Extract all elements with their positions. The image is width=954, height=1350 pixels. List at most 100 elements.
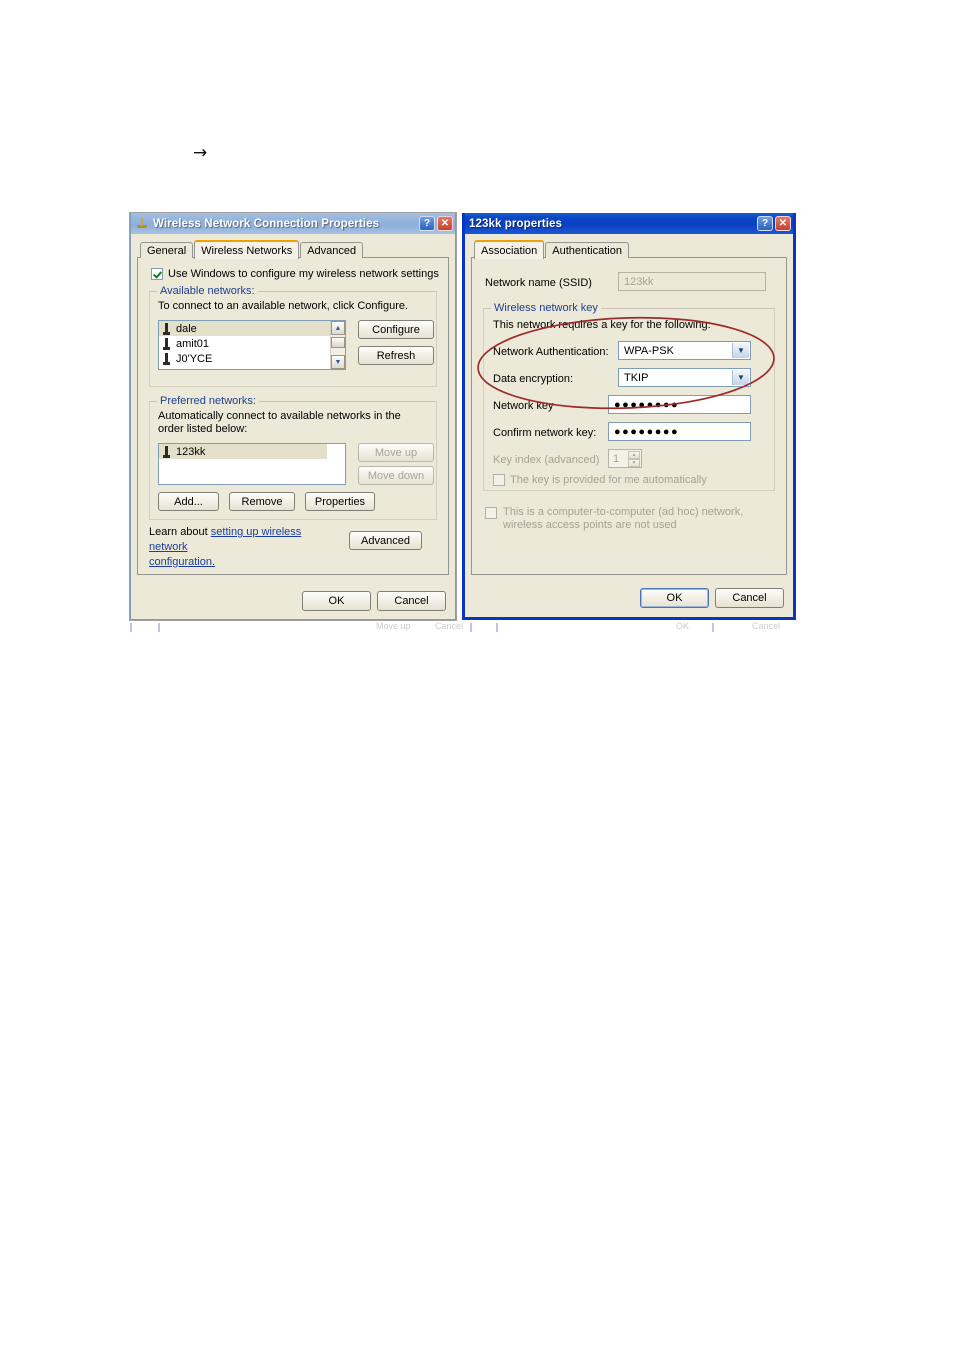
use-windows-checkbox-row[interactable]: Use Windows to configure my wireless net… (151, 268, 439, 280)
available-networks-listbox[interactable]: dale amit01 J0'YCE ▲ ▼ (158, 320, 346, 370)
auto-key-checkbox-label: The key is provided for me automatically (510, 474, 707, 486)
adhoc-checkbox-row: This is a computer-to-computer (ad hoc) … (485, 506, 777, 532)
key-index-label: Key index (advanced) (493, 454, 600, 466)
arrow-marker: → (193, 143, 208, 163)
tab-general[interactable]: General (140, 242, 194, 258)
ghost-text: Cancel (435, 621, 464, 631)
right-tabstrip: Association Authentication (471, 239, 787, 259)
list-item-label: dale (176, 322, 197, 335)
network-key-label: Network key (493, 400, 554, 412)
add-button[interactable]: Add... (158, 492, 219, 511)
stepper-up-icon: ▲ (628, 451, 640, 459)
stepper-down-icon: ▼ (628, 459, 640, 467)
cancel-button[interactable]: Cancel (377, 591, 446, 611)
available-networks-group-title: Available networks: (157, 285, 258, 297)
ghost-text: Cancel (752, 621, 781, 631)
left-dialog-client: General Wireless Networks Advanced Use W… (131, 234, 455, 619)
network-authentication-value: WPA-PSK (624, 344, 674, 357)
help-icon[interactable]: ? (757, 216, 773, 231)
network-icon (163, 337, 170, 350)
preferred-networks-instruction: Automatically connect to available netwo… (158, 410, 401, 435)
use-windows-checkbox-label: Use Windows to configure my wireless net… (168, 268, 439, 280)
network-icon (163, 322, 170, 335)
list-item[interactable]: J0'YCE (159, 351, 345, 366)
use-windows-checkbox[interactable] (151, 268, 163, 280)
setting-up-wireless-network-link-line2[interactable]: configuration. (149, 556, 215, 568)
ghost-bar (158, 623, 160, 632)
ssid-row: Network name (SSID) 123kk (481, 272, 777, 294)
wireless-adapter-icon (135, 217, 149, 231)
confirm-network-key-input[interactable]: ●●●●●●●● (608, 422, 751, 441)
available-networks-scrollbar[interactable]: ▲ ▼ (330, 321, 345, 369)
preferred-networks-group: Preferred networks: Automatically connec… (149, 395, 437, 520)
ghost-bar (130, 623, 132, 632)
ghost-bar (470, 623, 472, 632)
scroll-down-icon[interactable]: ▼ (331, 355, 345, 369)
network-key-input[interactable]: ●●●●●●●● (608, 395, 751, 414)
learn-about-block: Learn about setting up wireless network … (149, 524, 339, 569)
tab-authentication[interactable]: Authentication (545, 242, 629, 258)
wireless-network-key-group: Wireless network key This network requir… (483, 302, 775, 491)
network-icon (163, 445, 170, 458)
advanced-button[interactable]: Advanced (349, 531, 422, 550)
right-dialog-titlebar: 123kk properties ? ✕ (465, 213, 793, 234)
data-encryption-select[interactable]: TKIP ▼ (618, 368, 751, 387)
tab-advanced[interactable]: Advanced (300, 242, 364, 258)
remove-button[interactable]: Remove (229, 492, 295, 511)
screenshot-composite: Wireless Network Connection Properties ?… (130, 213, 796, 633)
list-item-label: 123kk (176, 445, 206, 458)
left-window-buttons: ? ✕ (419, 216, 453, 231)
preferred-networks-group-title: Preferred networks: (157, 395, 259, 407)
data-encryption-label: Data encryption: (493, 373, 574, 385)
left-dialog-title: Wireless Network Connection Properties (153, 217, 380, 230)
cancel-button[interactable]: Cancel (715, 588, 784, 608)
properties-button[interactable]: Properties (305, 492, 375, 511)
wireless-networks-tabpage: Use Windows to configure my wireless net… (137, 257, 449, 575)
key-index-value: 1 (613, 452, 620, 465)
move-up-button[interactable]: Move up (358, 443, 434, 462)
available-networks-instruction: To connect to an available network, clic… (158, 300, 409, 312)
right-dialog-title: 123kk properties (469, 217, 563, 230)
network-authentication-label: Network Authentication: (493, 346, 609, 358)
tab-association[interactable]: Association (474, 240, 545, 259)
left-dialog-footer: OK Cancel (131, 582, 455, 619)
list-item[interactable]: amit01 (159, 336, 345, 351)
chevron-down-icon[interactable]: ▼ (732, 370, 749, 385)
auto-key-checkbox (493, 474, 505, 486)
available-networks-group: Available networks: To connect to an ava… (149, 285, 437, 387)
right-dialog-footer: OK Cancel (465, 580, 793, 617)
scroll-up-icon[interactable]: ▲ (331, 321, 345, 335)
key-index-stepper: 1 ▲ ▼ (608, 449, 642, 468)
learn-about-prefix: Learn about (149, 526, 211, 538)
ghost-text: Move up (376, 621, 411, 631)
left-dialog-titlebar: Wireless Network Connection Properties ?… (131, 213, 455, 234)
ok-button[interactable]: OK (302, 591, 371, 611)
help-icon[interactable]: ? (419, 216, 435, 231)
ghost-text: OK (676, 621, 690, 631)
configure-button[interactable]: Configure (358, 320, 434, 339)
scrollbar-thumb[interactable] (331, 337, 345, 348)
ghost-bar (712, 623, 714, 632)
association-tabpage: Network name (SSID) 123kk Wireless netwo… (471, 257, 787, 575)
left-tabstrip: General Wireless Networks Advanced (137, 239, 449, 259)
key-requirement-text: This network requires a key for the foll… (493, 319, 711, 331)
list-item[interactable]: dale (159, 321, 345, 336)
list-item[interactable]: 123kk (159, 444, 327, 459)
network-authentication-select[interactable]: WPA-PSK ▼ (618, 341, 751, 360)
chevron-down-icon[interactable]: ▼ (732, 343, 749, 358)
adhoc-checkbox (485, 507, 497, 519)
wireless-network-connection-properties-dialog: Wireless Network Connection Properties ?… (130, 213, 456, 620)
tab-wireless-networks[interactable]: Wireless Networks (194, 240, 300, 259)
auto-key-checkbox-row: The key is provided for me automatically (493, 474, 707, 486)
preferred-networks-listbox[interactable]: 123kk (158, 443, 346, 485)
close-icon[interactable]: ✕ (775, 216, 791, 231)
ssid-label: Network name (SSID) (485, 277, 592, 289)
ssid-input: 123kk (618, 272, 766, 291)
move-down-button[interactable]: Move down (358, 466, 434, 485)
ghost-artifact-strip: Move up Cancel OK Cancel (130, 621, 796, 632)
right-dialog-client: Association Authentication Network name … (465, 234, 793, 617)
refresh-button[interactable]: Refresh (358, 346, 434, 365)
close-icon[interactable]: ✕ (437, 216, 453, 231)
network-icon (163, 352, 170, 365)
ok-button[interactable]: OK (640, 588, 709, 608)
